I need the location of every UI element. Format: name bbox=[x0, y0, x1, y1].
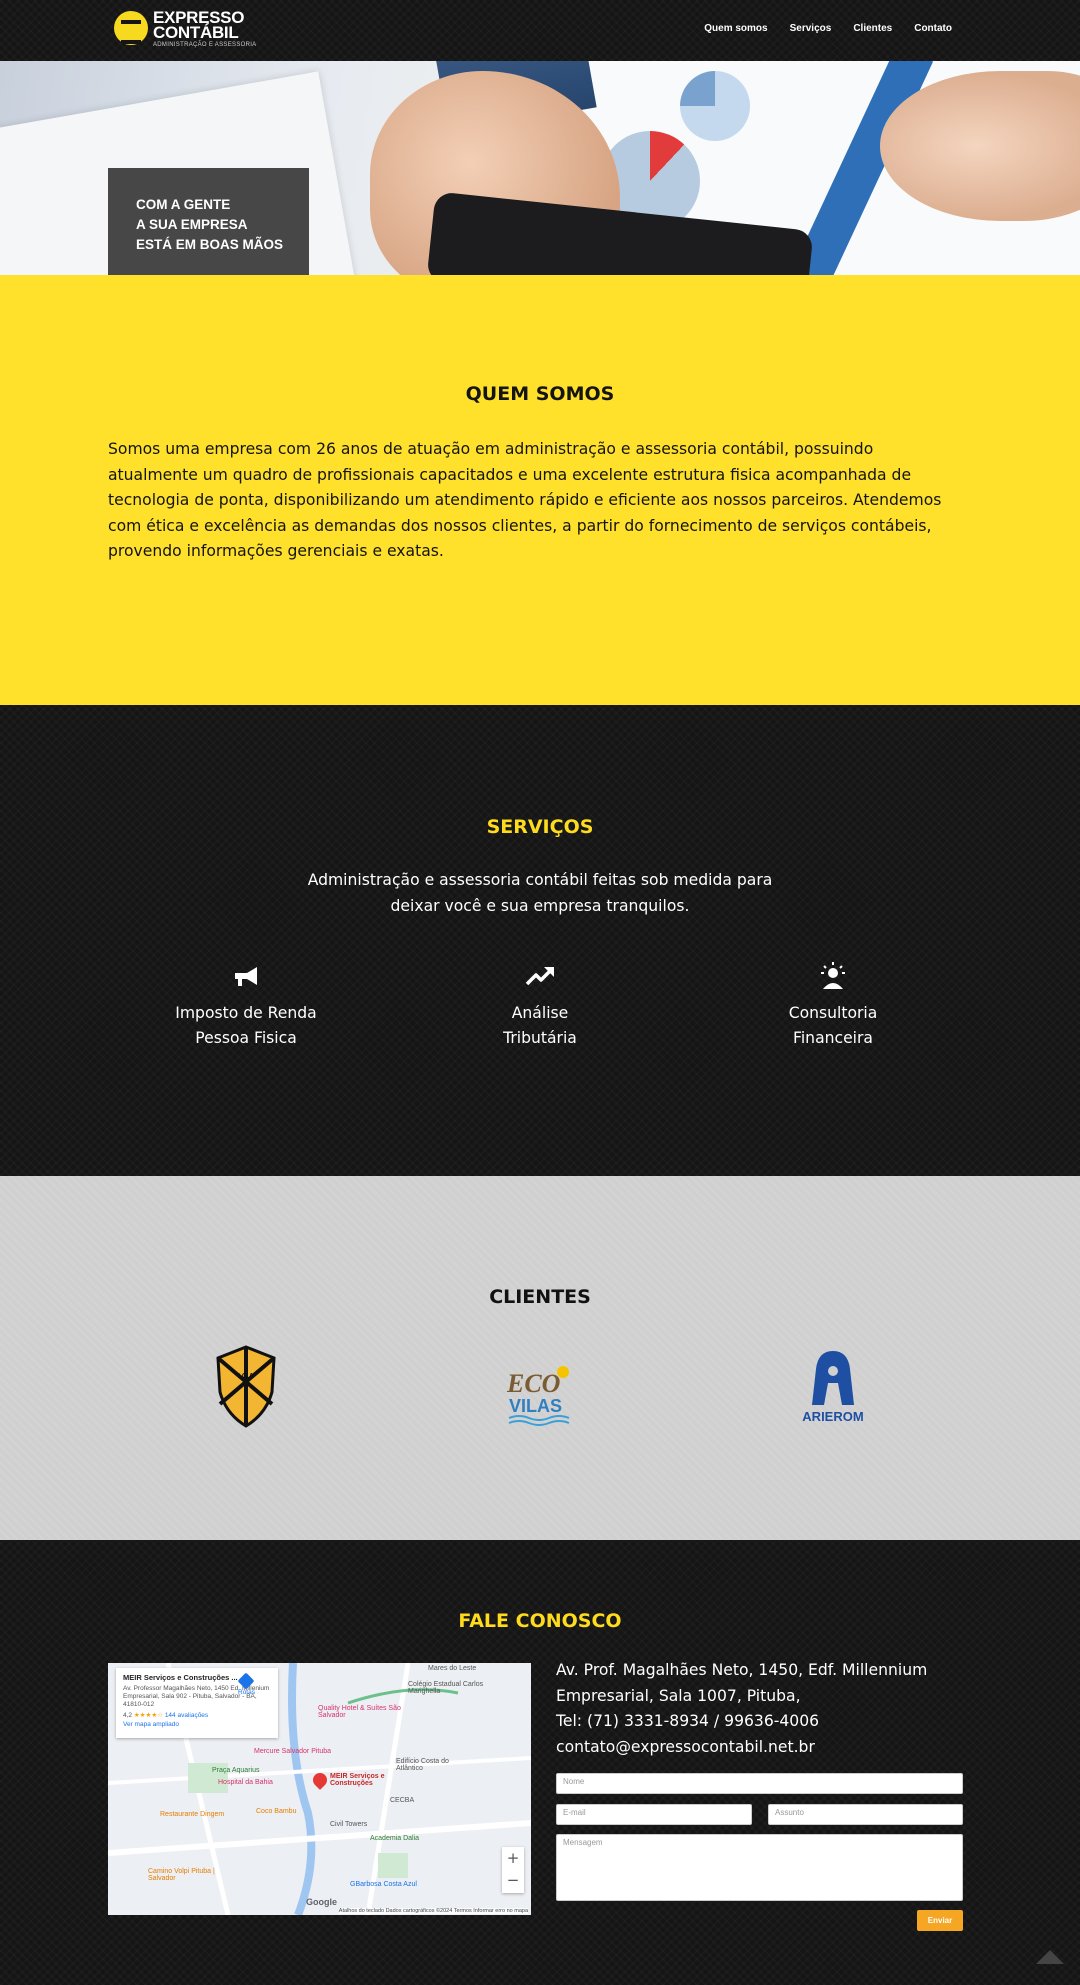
services-subtitle: Administração e assessoria contábil feit… bbox=[307, 871, 773, 915]
subject-field[interactable]: Assunto bbox=[768, 1804, 963, 1825]
nav-servicos[interactable]: Serviços bbox=[790, 23, 832, 34]
map-label-academia: Academia Dalia bbox=[370, 1835, 420, 1842]
nav-quem-somos[interactable]: Quem somos bbox=[704, 23, 767, 34]
map-directions[interactable]: Rotas bbox=[237, 1672, 255, 1696]
main-nav: Quem somos Serviços Clientes Contato bbox=[704, 23, 952, 34]
hero-line-1: COM A GENTE bbox=[136, 197, 231, 212]
service-line-1: Imposto de Renda bbox=[175, 1004, 317, 1022]
map-label-meir: MEIR Serviços e Construções bbox=[330, 1773, 385, 1787]
map-label-hospital: Hospital da Bahia bbox=[218, 1779, 273, 1786]
map-label-quality: Quality Hotel & Suítes São Salvador bbox=[318, 1705, 401, 1719]
client-logo-arierom: ARIEROM bbox=[802, 1351, 864, 1424]
map-label-camino: Camino Volpi Pituba | Salvador bbox=[148, 1868, 215, 1882]
directions-icon bbox=[237, 1672, 255, 1690]
service-line-2: Tributária bbox=[503, 1029, 577, 1047]
client-logo-eco-text: ECO bbox=[506, 1369, 561, 1398]
map-rating-stars: ★★★★☆ bbox=[133, 1712, 163, 1719]
client-logo-shield-text: I.C.A bbox=[238, 1373, 254, 1380]
hero-caption-box: COM A GENTE A SUA EMPRESA ESTÁ EM BOAS M… bbox=[108, 168, 309, 275]
hero-banner: COM A GENTE A SUA EMPRESA ESTÁ EM BOAS M… bbox=[0, 61, 1080, 275]
map-label-barbosa: GBarbosa Costa Azul bbox=[350, 1881, 417, 1888]
map-label-civil: Civil Towers bbox=[330, 1821, 368, 1828]
hero-pie-chart-small bbox=[680, 71, 750, 141]
logo-mark-icon bbox=[114, 11, 148, 45]
map-place-rating: 4,2 ★★★★☆ 144 avaliações bbox=[123, 1711, 271, 1719]
logo-name-line2: CONTÁBIL bbox=[153, 23, 239, 42]
map-label-praca: Praça Aquarius bbox=[212, 1767, 260, 1774]
trend-up-icon bbox=[525, 967, 554, 986]
service-tax-analysis: Análise Tributária bbox=[420, 961, 660, 1051]
logo-tagline: ADMINISTRAÇÃO E ASSESSORIA bbox=[153, 42, 257, 48]
service-line-2: Financeira bbox=[793, 1029, 873, 1047]
client-logo-vilas-text: VILAS bbox=[509, 1396, 562, 1416]
map-label-edificio: Edifício Costa do Atlântico bbox=[396, 1758, 449, 1772]
map-reviews-link[interactable]: 144 avaliações bbox=[165, 1712, 208, 1719]
address-line-2: Empresarial, Sala 1007, Pituba, bbox=[556, 1686, 801, 1705]
about-text: Somos uma empresa com 26 anos de atuação… bbox=[108, 440, 942, 560]
map-larger-link[interactable]: Ver mapa ampliado bbox=[123, 1721, 271, 1728]
send-button[interactable]: Enviar bbox=[917, 1910, 963, 1931]
service-income-tax: Imposto de Renda Pessoa Fisica bbox=[126, 961, 366, 1051]
megaphone-icon bbox=[235, 967, 257, 986]
scroll-to-top-icon[interactable] bbox=[1036, 1950, 1064, 1964]
client-logo-shield: I.C.A bbox=[216, 1345, 276, 1428]
hero-line-3: ESTÁ EM BOAS MÃOS bbox=[136, 237, 284, 252]
email-line: contato@expressocontabil.net.br bbox=[556, 1737, 815, 1756]
client-logo-eco-vilas: ECO VILAS bbox=[506, 1366, 570, 1426]
brand-logo[interactable]: EXPRESSO CONTÁBIL ADMINISTRAÇÃO E ASSESS… bbox=[114, 9, 257, 51]
service-line-1: Análise bbox=[511, 1004, 569, 1022]
about-section: QUEM SOMOS Somos uma empresa com 26 anos… bbox=[0, 275, 1080, 705]
hero-line-2: A SUA EMPRESA bbox=[136, 217, 248, 232]
map-zoom-controls[interactable]: + − bbox=[502, 1847, 524, 1893]
client-logo-arierom-text: ARIEROM bbox=[802, 1409, 863, 1424]
nav-contato[interactable]: Contato bbox=[914, 23, 952, 34]
email-field[interactable]: E-mail bbox=[556, 1804, 752, 1825]
clients-section: CLIENTES I.C.A ECO VILAS ARIEROM bbox=[0, 1176, 1080, 1540]
clients-title: CLIENTES bbox=[489, 1286, 591, 1308]
service-line-1: Consultoria bbox=[788, 1004, 878, 1022]
message-field[interactable]: Mensagem bbox=[556, 1834, 963, 1901]
map-rating-value: 4,2 bbox=[123, 1712, 133, 1719]
navbar: EXPRESSO CONTÁBIL ADMINISTRAÇÃO E ASSESS… bbox=[0, 0, 1080, 61]
services-section: SERVIÇOS Administração e assessoria cont… bbox=[0, 705, 1080, 1176]
idea-person-icon bbox=[821, 962, 845, 989]
map-directions-label: Rotas bbox=[238, 1689, 255, 1696]
services-title: SERVIÇOS bbox=[486, 816, 594, 838]
map-label-colegio: Colégio Estadual Carlos Marighella bbox=[408, 1681, 484, 1695]
map-label-cecba: CECBA bbox=[390, 1797, 415, 1804]
about-title: QUEM SOMOS bbox=[465, 383, 615, 405]
name-field[interactable]: Nome bbox=[556, 1773, 963, 1794]
map-footer[interactable]: Atalhos do teclado Dados cartográficos ©… bbox=[338, 1908, 528, 1914]
map-label-mercure: Mercure Salvador Pituba bbox=[254, 1748, 332, 1755]
zoom-out-icon[interactable]: − bbox=[502, 1869, 524, 1891]
contact-title: FALE CONOSCO bbox=[458, 1610, 622, 1632]
address-line-1: Av. Prof. Magalhães Neto, 1450, Edf. Mil… bbox=[556, 1661, 928, 1679]
contact-info: Av. Prof. Magalhães Neto, 1450, Edf. Mil… bbox=[556, 1658, 976, 1760]
map-google-logo: Google bbox=[306, 1897, 337, 1907]
embedded-map[interactable]: MEIR Serviços e Construções ... Av. Prof… bbox=[108, 1663, 531, 1915]
map-label-restaurante: Restaurante Dingem bbox=[160, 1811, 225, 1818]
nav-clientes[interactable]: Clientes bbox=[853, 23, 892, 34]
zoom-in-icon[interactable]: + bbox=[502, 1847, 524, 1869]
service-line-2: Pessoa Fisica bbox=[195, 1029, 297, 1047]
service-financial-consulting: Consultoria Financeira bbox=[713, 961, 953, 1051]
phone-line: Tel: (71) 3331-8934 / 99636-4006 bbox=[556, 1712, 820, 1730]
map-label-mares: Mares do Leste bbox=[428, 1665, 477, 1672]
map-label-coco: Coco Bambu bbox=[256, 1808, 297, 1815]
